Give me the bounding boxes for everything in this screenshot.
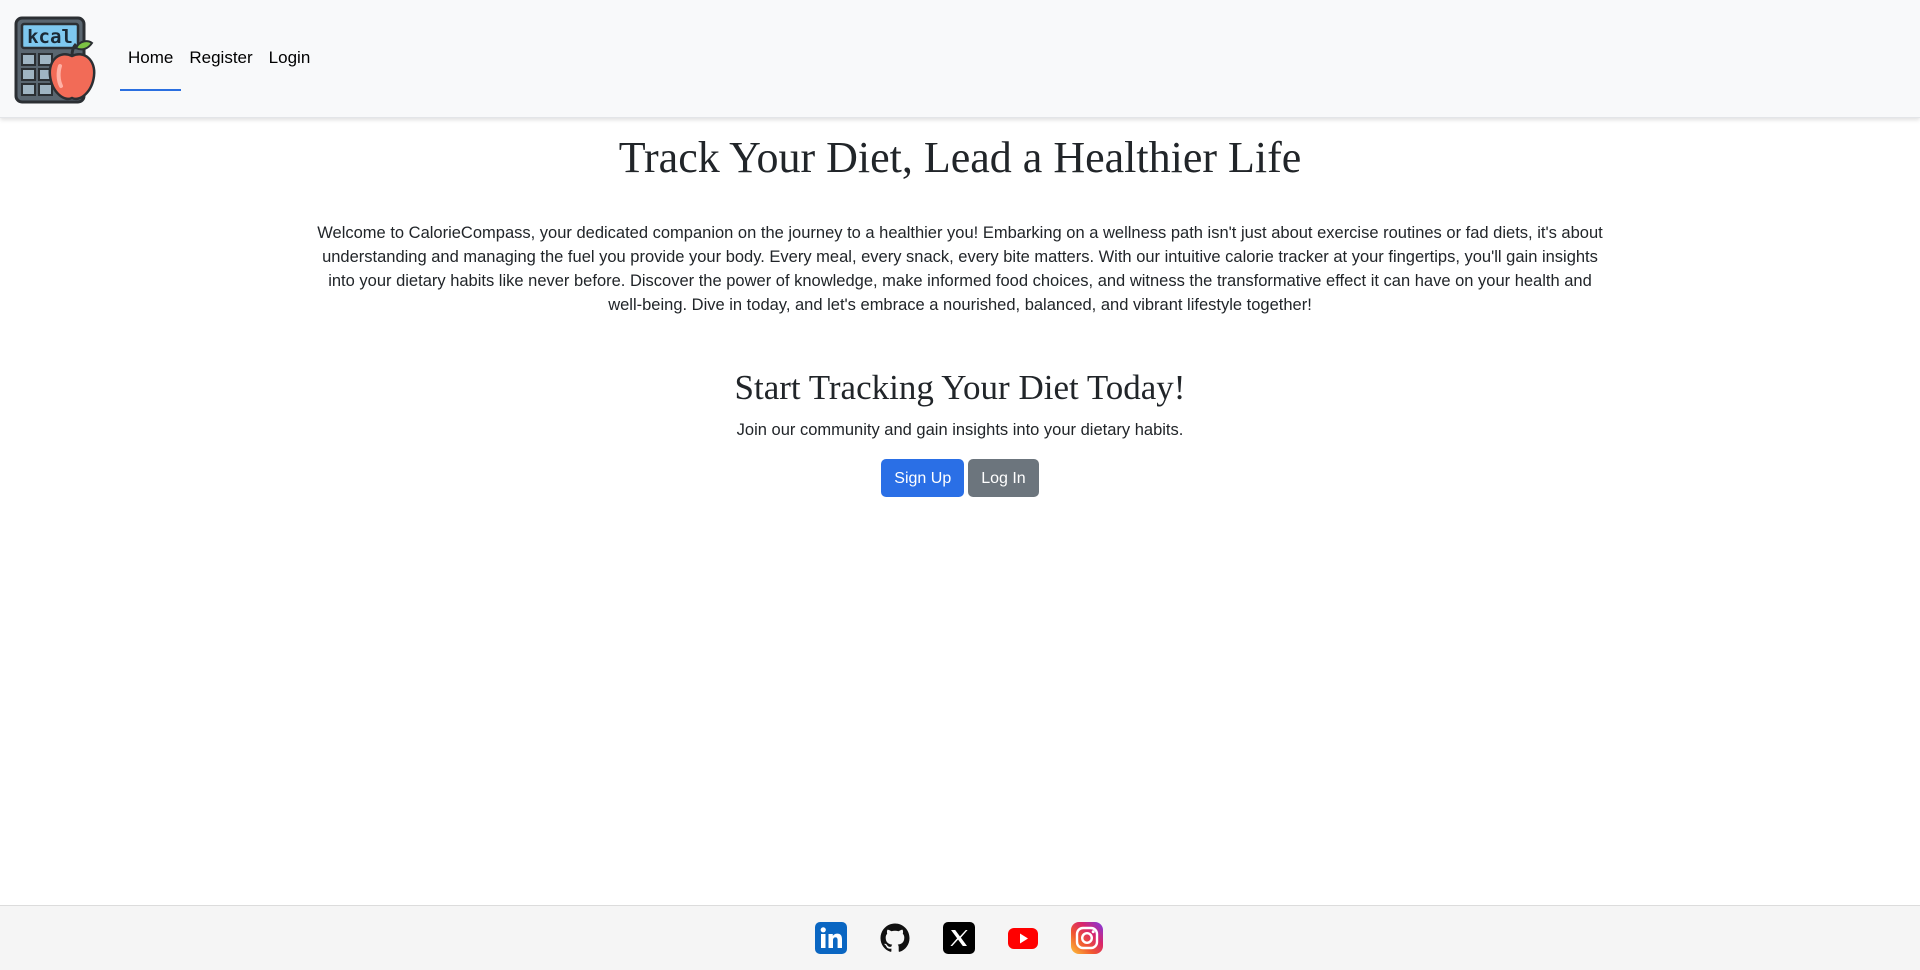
intro-paragraph: Welcome to CalorieCompass, your dedicate… xyxy=(317,223,1603,314)
nav-link-login[interactable]: Login xyxy=(261,42,319,74)
kcal-logo-icon[interactable]: kcal xyxy=(14,16,102,104)
github-icon[interactable] xyxy=(879,922,911,954)
log-in-button[interactable]: Log In xyxy=(968,458,1039,497)
svg-text:kcal: kcal xyxy=(27,26,73,48)
navbar: kcal Home Register Login xyxy=(0,0,1920,118)
instagram-icon[interactable] xyxy=(1071,922,1103,954)
cta-title: Start Tracking Your Diet Today! xyxy=(734,367,1186,407)
hero-title: Track Your Diet, Lead a Healthier Life xyxy=(618,133,1302,182)
social-links xyxy=(815,922,1103,954)
x-icon[interactable] xyxy=(943,922,975,954)
nav-links: Home Register Login xyxy=(120,40,319,91)
cta-subtitle: Join our community and gain insights int… xyxy=(736,420,1184,439)
youtube-icon[interactable] xyxy=(1007,922,1039,954)
nav-link-register[interactable]: Register xyxy=(181,42,260,74)
main-content: Track Your Diet, Lead a Healthier Life W… xyxy=(0,118,1920,497)
sign-up-button[interactable]: Sign Up xyxy=(881,458,965,497)
cta-buttons: Sign Up Log In xyxy=(0,458,1920,497)
footer xyxy=(0,905,1920,970)
linkedin-icon[interactable] xyxy=(815,922,847,954)
nav-link-home[interactable]: Home xyxy=(120,42,182,91)
